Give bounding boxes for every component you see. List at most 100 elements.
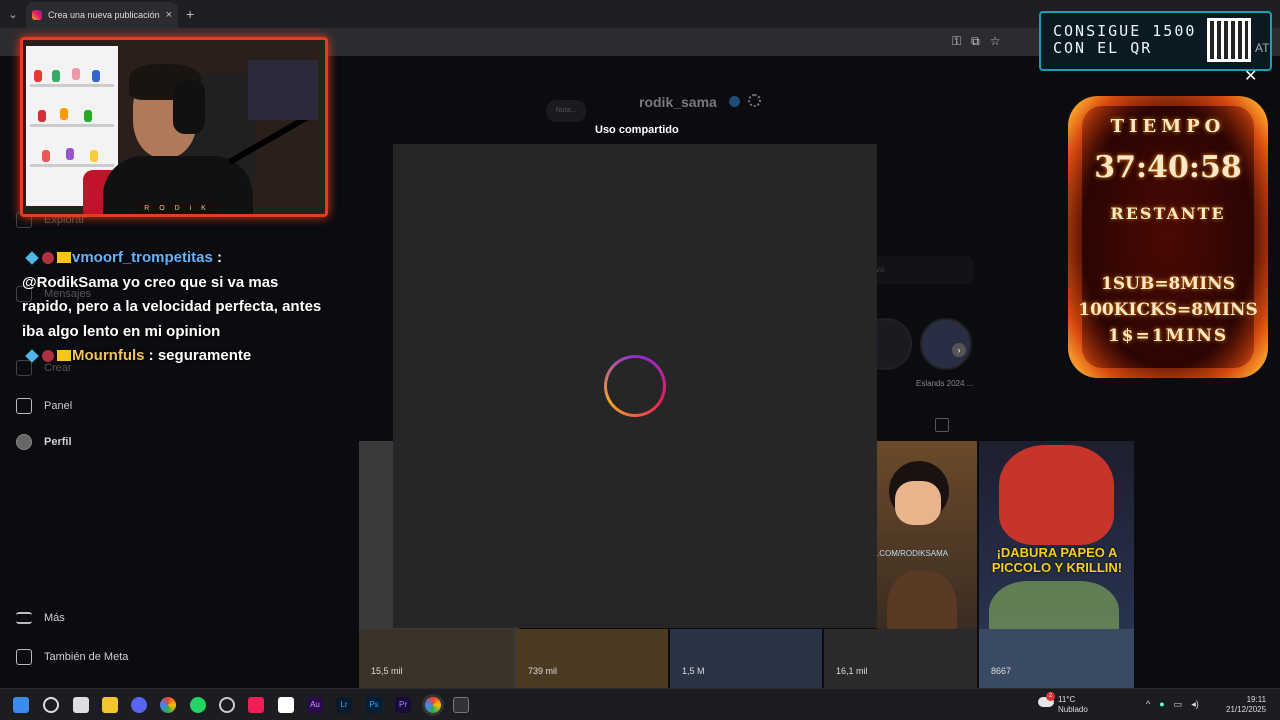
webcam-name-tag: R O D i K — [135, 204, 219, 214]
post-tile[interactable]: 1,5 M — [670, 629, 822, 688]
settings-gear-icon[interactable] — [748, 94, 761, 107]
chrome-icon[interactable] — [160, 697, 176, 713]
timer-rule: 1$=1MINS — [1107, 326, 1229, 346]
weather-desc: Nublado — [1058, 705, 1088, 714]
hamburger-menu-icon — [16, 612, 32, 624]
profile-username: rodik_sama — [639, 94, 717, 110]
highlights-next-arrow-icon[interactable]: › — [952, 343, 966, 357]
tagged-tab-icon[interactable] — [935, 418, 949, 432]
post-tile[interactable]: 15,5 mil — [359, 629, 514, 688]
sidebar-item-profile[interactable]: Perfil — [16, 434, 72, 450]
view-count: 739 mil — [528, 666, 558, 676]
capcut-icon[interactable] — [278, 697, 294, 713]
system-clock[interactable]: 19:11 21/12/2025 — [1226, 695, 1266, 715]
close-icon[interactable]: ✕ — [1244, 66, 1257, 86]
timer-label: TIEMPO — [1110, 116, 1226, 137]
sidebar-item-label: Más — [44, 612, 65, 624]
sidebar-item-also-from-meta[interactable]: También de Meta — [16, 649, 128, 665]
chat-username: Mournfuls — [72, 347, 145, 364]
tab-search-button[interactable]: ⌄ — [0, 0, 26, 28]
chat-badges — [22, 348, 72, 364]
whatsapp-icon[interactable] — [190, 697, 206, 713]
audition-icon[interactable]: Au — [307, 697, 323, 713]
chevron-up-icon[interactable]: ^ — [1146, 699, 1150, 710]
weather-badge: 2 — [1046, 692, 1055, 701]
tab-title: Crea una nueva publicación • In — [48, 10, 160, 20]
view-count: 8667 — [991, 666, 1012, 676]
qr-promo-line2: CON EL QR — [1053, 39, 1153, 57]
tiktok-icon[interactable] — [248, 697, 264, 713]
share-modal — [393, 144, 877, 628]
clock-date: 21/12/2025 — [1226, 705, 1267, 714]
password-key-icon[interactable]: ⚿ — [952, 34, 961, 49]
qr-promo-line1: CONSIGUE 1500 — [1053, 22, 1197, 40]
chat-text: seguramente — [157, 347, 252, 364]
chat-username: vmoorf_trompetitas — [72, 249, 213, 266]
task-view-icon[interactable] — [73, 697, 89, 713]
qr-promo-banner: CONSIGUE 1500 CON EL QR AT — [1039, 11, 1272, 71]
tile-caption: .COM/RODIKSAMA — [877, 549, 949, 558]
chrome-active-icon[interactable] — [425, 697, 441, 713]
browser-tab[interactable]: Crea una nueva publicación • In × — [26, 2, 178, 28]
qr-promo-tail: AT — [1255, 41, 1270, 55]
loading-spinner-icon — [604, 355, 666, 417]
view-count: 16,1 mil — [836, 666, 868, 676]
volume-icon[interactable]: ◂) — [1191, 699, 1199, 710]
system-tray: ^ ● ▭ ◂) — [1146, 699, 1199, 710]
qr-code-icon — [1207, 18, 1251, 62]
search-icon[interactable] — [43, 697, 59, 713]
headphones-icon — [173, 80, 205, 134]
sidebar-item-label: También de Meta — [44, 651, 129, 663]
background-poster — [248, 60, 318, 120]
meta-apps-icon — [16, 649, 32, 665]
timer-rule: 100KICKS=8MINS — [1078, 300, 1258, 320]
profile-note-button[interactable]: Nota... — [546, 100, 586, 122]
weather-widget[interactable]: 2 11°C Nublado — [1038, 692, 1088, 715]
timer-value: 37:40:58 — [1094, 150, 1242, 185]
post-tile[interactable]: 739 mil — [516, 629, 668, 688]
sidebar-item-dashboard[interactable]: Panel — [16, 398, 72, 414]
sidebar-item-label: Panel — [44, 400, 73, 412]
chart-icon — [16, 398, 32, 414]
lightroom-icon[interactable]: Lr — [336, 697, 352, 713]
timer-rule: 1SUB=8MINS — [1101, 274, 1235, 294]
network-icon[interactable]: ▭ — [1174, 699, 1183, 710]
new-tab-button[interactable]: + — [186, 6, 194, 22]
windows-taskbar: Au Lr Ps Pr 2 11°C Nublado ^ ● ▭ ◂) 19:1… — [0, 688, 1280, 720]
bookmark-star-icon[interactable]: ☆ — [990, 34, 1001, 49]
anime-character-face — [895, 481, 941, 525]
chat-overlay: vmoorf_trompetitas : @RodikSama yo creo … — [22, 246, 322, 369]
tile-caption: ¡DABURA PAPEO A PICCOLO Y KRILLIN! — [991, 545, 1123, 575]
highlight-label: Eslands 2024 ... — [916, 379, 974, 388]
sidebar-item-label: Perfil — [44, 436, 72, 448]
view-count: 15,5 mil — [371, 666, 403, 676]
chat-message: Mournfuls : seguramente — [22, 344, 322, 369]
chat-text: @RodikSama yo creo que si va mas rapido,… — [22, 273, 322, 340]
profile-search-bar[interactable]: vo — [870, 256, 974, 284]
windows-start-icon[interactable] — [13, 697, 29, 713]
install-app-icon[interactable]: ⧉ — [971, 34, 980, 49]
terminal-icon[interactable] — [453, 697, 469, 713]
post-tile[interactable]: 8667 — [979, 629, 1134, 688]
clock-time: 19:11 — [1246, 695, 1267, 704]
webcam-overlay: R O D i K — [20, 37, 328, 217]
chat-badges — [22, 250, 72, 266]
obs-icon[interactable] — [219, 697, 235, 713]
microphone-icon[interactable]: ● — [1159, 699, 1164, 710]
story-highlight[interactable] — [920, 318, 972, 370]
sidebar-item-more[interactable]: Más — [16, 612, 65, 624]
verified-badge-icon — [729, 96, 740, 107]
timer-sub: RESTANTE — [1110, 204, 1226, 223]
modal-title: Uso compartido — [595, 124, 679, 136]
discord-icon[interactable] — [131, 697, 147, 713]
post-tile[interactable]: 16,1 mil — [824, 629, 977, 688]
view-count: 1,5 M — [682, 666, 705, 676]
instagram-favicon-icon — [32, 10, 42, 20]
weather-temp: 11°C — [1058, 695, 1076, 704]
dabura-character-head — [999, 445, 1114, 545]
premiere-icon[interactable]: Pr — [395, 697, 411, 713]
chat-message: vmoorf_trompetitas : @RodikSama yo creo … — [22, 246, 322, 344]
tab-close-icon[interactable]: × — [166, 9, 172, 21]
file-explorer-icon[interactable] — [102, 697, 118, 713]
photoshop-icon[interactable]: Ps — [366, 697, 382, 713]
